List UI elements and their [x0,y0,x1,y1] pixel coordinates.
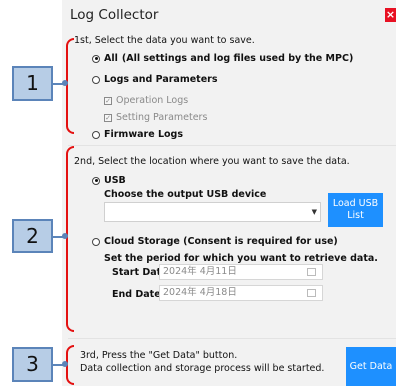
callout-bracket-2 [66,146,74,332]
option-logs-radio[interactable] [92,75,100,84]
close-button[interactable]: × [385,8,396,22]
option-firmware-label: Firmware Logs [104,129,183,140]
checkbox-operation-logs-box[interactable]: ✓ [104,96,112,105]
start-date-picker[interactable]: 2024年 4月11日 [159,264,323,280]
start-date-value: 2024年 4月11日 [163,266,237,277]
cloud-period-prompt: Set the period for which you want to ret… [104,253,378,264]
option-logs-label: Logs and Parameters [104,74,218,85]
callout-3: 3 [12,347,53,382]
option-usb-radio[interactable] [92,176,100,185]
chevron-down-icon: ▼ [311,208,317,216]
callout-bracket-1 [66,38,74,134]
step3-line1: 3rd, Press the "Get Data" button. [80,350,238,361]
checkbox-setting-parameters-label: Setting Parameters [116,112,208,123]
callout-2-dot [62,233,68,239]
load-usb-list-line1: Load USB [332,198,379,209]
option-cloud-radio[interactable] [92,237,100,246]
checkbox-operation-logs[interactable]: ✓ Operation Logs [104,95,188,106]
usb-device-prompt: Choose the output USB device [104,189,267,200]
option-usb-label: USB [104,175,126,186]
checkbox-setting-parameters[interactable]: ✓ Setting Parameters [104,112,207,123]
load-usb-list-line2: List [347,210,364,221]
checkbox-setting-parameters-box[interactable]: ✓ [104,113,112,122]
option-firmware-radio[interactable] [92,130,100,139]
step2-heading: 2nd, Select the location where you want … [74,156,350,167]
window-title: Log Collector [70,7,159,23]
option-all-label: All [104,53,118,64]
usb-device-select[interactable]: ▼ [104,202,321,222]
option-firmware-logs[interactable]: Firmware Logs [92,129,183,140]
callout-3-dot [62,361,68,367]
load-usb-list-button[interactable]: Load USB List [328,193,383,227]
checkbox-operation-logs-label: Operation Logs [116,95,189,106]
option-all[interactable]: All (All settings and log files used by … [92,53,353,64]
step3-line2: Data collection and storage process will… [80,363,325,374]
end-date-picker[interactable]: 2024年 4月18日 [159,285,323,301]
calendar-icon [307,289,316,297]
step1-section [68,30,396,140]
section-divider [68,145,396,146]
section-divider [68,338,396,339]
option-all-note: (All settings and log files used by the … [121,53,354,64]
calendar-icon [307,268,316,276]
option-all-radio[interactable] [92,54,100,63]
step1-heading: 1st, Select the data you want to save. [74,35,255,46]
end-date-label: End Date [112,289,161,300]
option-cloud-storage[interactable]: Cloud Storage (Consent is required for u… [92,236,338,247]
end-date-value: 2024年 4月18日 [163,287,237,298]
get-data-button[interactable]: Get Data [346,347,396,386]
callout-2: 2 [12,219,53,253]
option-cloud-label: Cloud Storage (Consent is required for u… [104,236,338,247]
callout-1: 1 [12,66,53,101]
callout-1-dot [62,80,68,86]
option-usb[interactable]: USB [92,175,126,186]
option-logs-and-parameters[interactable]: Logs and Parameters [92,74,218,85]
